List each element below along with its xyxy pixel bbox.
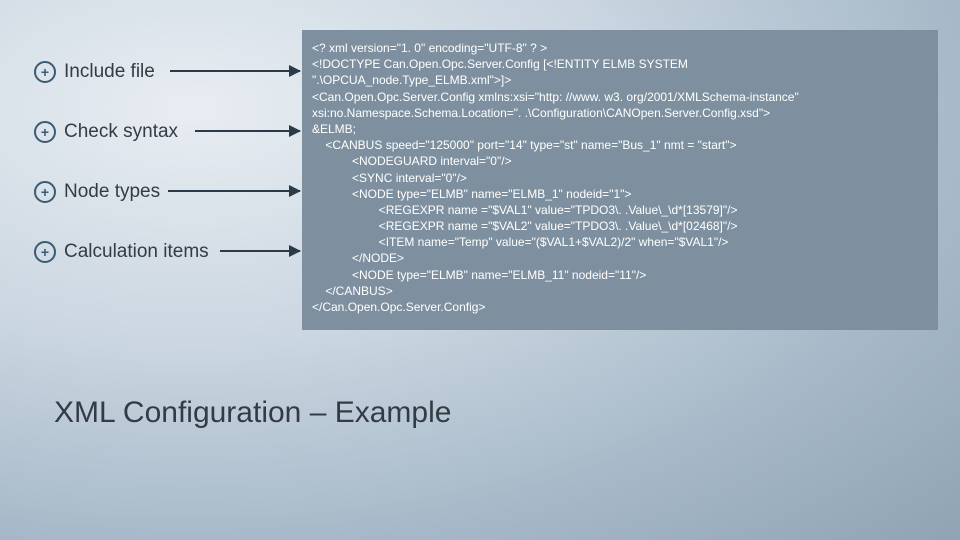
arrow-icon (170, 70, 300, 72)
slide-title: XML Configuration – Example (54, 396, 451, 430)
code-line: <REGEXPR name ="$VAL1" value="TPDO3\. .V… (312, 203, 737, 217)
code-line: <!DOCTYPE Can.Open.Opc.Server.Config [<!… (312, 57, 688, 71)
code-line: </CANBUS> (312, 284, 393, 298)
arrow-icon (195, 130, 300, 132)
code-line: <CANBUS speed="125000" port="14" type="s… (312, 138, 737, 152)
plus-circle-icon: + (34, 181, 56, 203)
bullet-label: Include file (64, 61, 155, 83)
plus-circle-icon: + (34, 61, 56, 83)
code-line: xsi:no.Namespace.Schema.Location=". .\Co… (312, 106, 770, 120)
bullet-include-file: + Include file (34, 58, 294, 86)
code-line: <NODEGUARD interval="0"/> (312, 154, 512, 168)
slide: + Include file + Check syntax + Node typ… (0, 0, 960, 540)
arrow-icon (168, 190, 300, 192)
code-line: <Can.Open.Opc.Server.Config xmlns:xsi="h… (312, 90, 799, 104)
code-line: ".\OPCUA_node.Type_ELMB.xml">]> (312, 73, 511, 87)
plus-circle-icon: + (34, 241, 56, 263)
xml-code-block: <? xml version="1. 0" encoding="UTF-8" ?… (302, 30, 938, 330)
bullet-label: Calculation items (64, 241, 209, 263)
code-line: <REGEXPR name ="$VAL2" value="TPDO3\. .V… (312, 219, 737, 233)
code-line: <ITEM name="Temp" value="($VAL1+$VAL2)/2… (312, 235, 728, 249)
code-line: <SYNC interval="0"/> (312, 171, 467, 185)
bullet-calculation-items: + Calculation items (34, 238, 294, 266)
bullet-node-types: + Node types (34, 178, 294, 206)
plus-circle-icon: + (34, 121, 56, 143)
code-line: </Can.Open.Opc.Server.Config> (312, 300, 485, 314)
bullet-check-syntax: + Check syntax (34, 118, 294, 146)
code-line: &ELMB; (312, 122, 356, 136)
code-line: <NODE type="ELMB" name="ELMB_11" nodeid=… (312, 268, 646, 282)
bullet-list: + Include file + Check syntax + Node typ… (34, 58, 294, 298)
bullet-label: Check syntax (64, 121, 178, 143)
code-line: <? xml version="1. 0" encoding="UTF-8" ?… (312, 41, 547, 55)
arrow-icon (220, 250, 300, 252)
bullet-label: Node types (64, 181, 160, 203)
code-line: </NODE> (312, 251, 404, 265)
code-line: <NODE type="ELMB" name="ELMB_1" nodeid="… (312, 187, 631, 201)
